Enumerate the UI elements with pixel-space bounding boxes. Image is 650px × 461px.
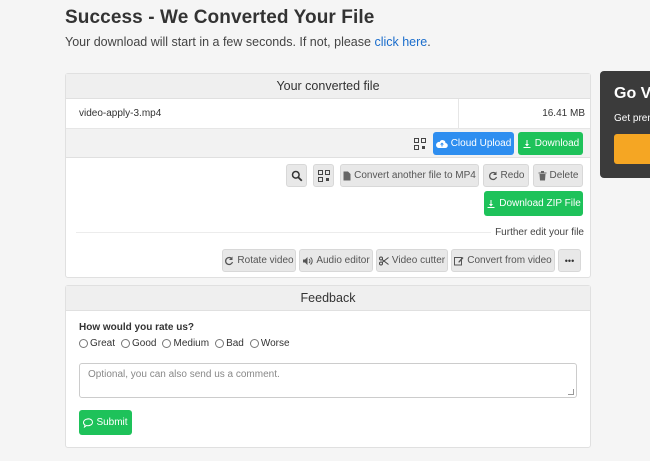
page-title: Success - We Converted Your File — [65, 7, 375, 28]
qr-icon — [413, 137, 426, 150]
comment-icon — [83, 417, 94, 428]
rating-medium[interactable]: Medium — [162, 338, 209, 349]
audio-icon — [303, 256, 313, 265]
download-icon — [523, 139, 531, 148]
ellipsis-icon: ••• — [564, 255, 575, 266]
redo-button[interactable]: Redo — [483, 164, 529, 187]
rating-good[interactable]: Good — [121, 338, 156, 349]
comment-placeholder: Optional, you can also send us a comment… — [88, 369, 280, 380]
rating-worse[interactable]: Worse — [249, 338, 290, 349]
submit-label: Submit — [96, 417, 128, 428]
radio-great[interactable] — [79, 339, 88, 348]
download-button[interactable]: Download — [518, 132, 583, 155]
click-here-link[interactable]: click here — [374, 35, 427, 49]
rating-label: Worse — [260, 338, 290, 349]
convert-another-button[interactable]: Convert another file to MP4 — [340, 164, 479, 187]
subtitle-text: Your download will start in a few second… — [65, 35, 375, 49]
submit-button[interactable]: Submit — [79, 410, 132, 435]
radio-worse[interactable] — [249, 339, 259, 348]
cloud-upload-icon — [435, 139, 448, 148]
rotate-icon — [225, 256, 234, 265]
redo-icon — [488, 171, 497, 180]
radio-medium[interactable] — [162, 339, 172, 348]
file-name: video-apply-3.mp4 — [79, 108, 162, 119]
convert-from-video-button[interactable]: Convert from video — [451, 249, 555, 272]
page-subtitle: Your download will start in a few second… — [65, 35, 431, 49]
rating-great[interactable]: Great — [79, 338, 115, 349]
comment-textarea[interactable]: Optional, you can also send us a comment… — [79, 363, 577, 398]
file-divider — [458, 99, 459, 129]
promo-title: Go V — [614, 85, 650, 102]
convert-another-label: Convert another file to MP4 — [354, 170, 476, 181]
resize-grip-icon[interactable] — [568, 389, 574, 395]
qr-code-button-2[interactable] — [313, 164, 334, 187]
audio-editor-label: Audio editor — [316, 255, 370, 266]
download-action-strip: Cloud Upload Download — [66, 129, 590, 158]
rating-options: Great Good Medium Bad Worse — [79, 338, 290, 349]
convert-from-video-label: Convert from video — [467, 255, 552, 266]
feedback-header: Feedback — [66, 286, 590, 311]
edit-icon — [454, 256, 464, 265]
rating-label: Good — [132, 338, 157, 349]
qr-code-button[interactable] — [409, 132, 430, 155]
download-label: Download — [534, 138, 580, 149]
promo-panel: Go V Get pren — [600, 71, 650, 178]
converted-file-card: Your converted file video-apply-3.mp4 16… — [65, 73, 591, 278]
download-icon — [487, 199, 495, 208]
trash-icon — [538, 170, 547, 180]
feedback-card: Feedback How would you rate us? Great Go… — [65, 285, 591, 448]
further-edit-label: Further edit your file — [491, 227, 584, 238]
rotate-video-button[interactable]: Rotate video — [222, 249, 296, 272]
audio-editor-button[interactable]: Audio editor — [299, 249, 373, 272]
search-icon — [291, 170, 302, 181]
rotate-video-label: Rotate video — [237, 255, 294, 266]
radio-bad[interactable] — [215, 339, 225, 348]
video-cutter-label: Video cutter — [391, 255, 446, 266]
rating-label: Great — [90, 338, 116, 349]
qr-icon — [317, 169, 330, 182]
subtitle-period: . — [427, 35, 431, 49]
delete-button[interactable]: Delete — [533, 164, 583, 187]
file-row: video-apply-3.mp4 16.41 MB — [66, 99, 590, 129]
converted-file-header: Your converted file — [66, 74, 590, 99]
video-cutter-button[interactable]: Video cutter — [376, 249, 448, 272]
download-zip-button[interactable]: Download ZIP File — [484, 191, 583, 216]
cloud-upload-button[interactable]: Cloud Upload — [433, 132, 514, 155]
scissors-icon — [378, 256, 389, 265]
promo-button[interactable] — [614, 134, 650, 164]
rating-label: Bad — [226, 338, 244, 349]
rating-label: Medium — [173, 338, 210, 349]
more-options-button[interactable]: ••• — [558, 249, 581, 272]
cloud-upload-label: Cloud Upload — [450, 138, 512, 149]
download-zip-label: Download ZIP File — [499, 198, 581, 209]
radio-good[interactable] — [121, 339, 131, 348]
redo-label: Redo — [500, 170, 525, 181]
delete-label: Delete — [549, 170, 579, 181]
file-size: 16.41 MB — [542, 108, 585, 119]
file-icon — [343, 171, 351, 180]
rating-question: How would you rate us? — [79, 322, 195, 333]
promo-text: Get pren — [614, 113, 650, 124]
rating-bad[interactable]: Bad — [215, 338, 244, 349]
search-button[interactable] — [286, 164, 307, 187]
